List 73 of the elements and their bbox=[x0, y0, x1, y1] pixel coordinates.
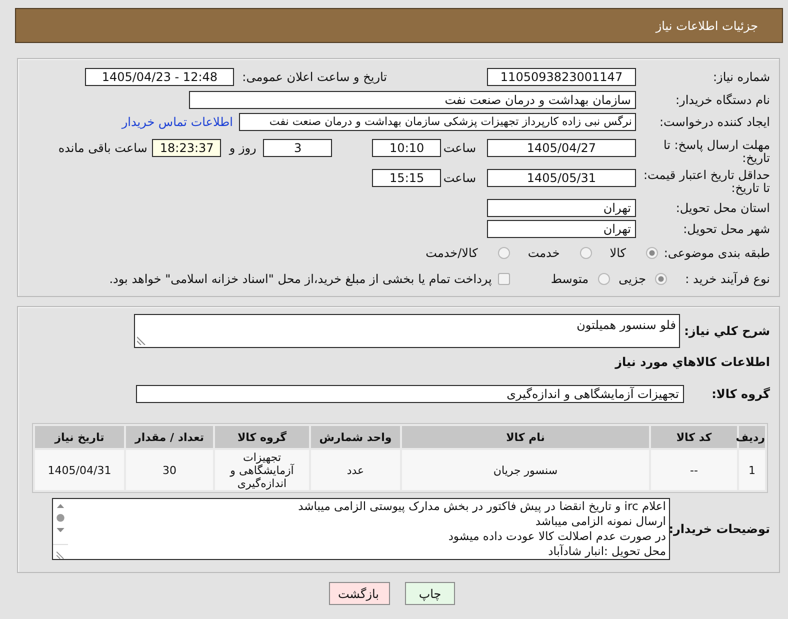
remaining-time-field[interactable]: 18:23:37 bbox=[152, 139, 222, 157]
field-label: شماره نیاز: bbox=[712, 69, 770, 86]
column-header: تاریخ نیاز bbox=[35, 426, 124, 448]
column-header: نام کالا bbox=[402, 426, 649, 448]
scroll-down-icon[interactable] bbox=[56, 528, 65, 532]
requester-field[interactable]: نرگس نبی زاده کارپرداز تجهیزات پزشکی سازمان بهداشت و درمان صنعت نفت bbox=[239, 113, 636, 131]
column-header: واحد شمارش bbox=[311, 426, 400, 448]
field-label: تاریخ و ساعت اعلان عمومی: bbox=[242, 69, 387, 86]
field-label: نوع فرآیند خرید : bbox=[684, 271, 770, 288]
days-field[interactable]: 3 bbox=[263, 139, 332, 157]
time-label: ساعت bbox=[443, 170, 476, 187]
province-field[interactable]: تهران bbox=[487, 199, 636, 217]
deadline-date-field[interactable]: 1405/04/27 bbox=[487, 139, 636, 157]
table-cell: عدد bbox=[311, 450, 400, 490]
field-label: شرح كلي نياز: bbox=[686, 322, 770, 340]
note-line: اعلام irc و تاریخ انقضا در پیش فاکتور در بخش مدارک پیوستی الزامی میباشد bbox=[297, 499, 666, 514]
validity-date-field[interactable]: 1405/05/31 bbox=[487, 169, 636, 187]
radio-label: خدمت bbox=[528, 245, 560, 262]
field-label: توضیحات خریدار: bbox=[670, 521, 770, 538]
scroll-up-icon[interactable] bbox=[56, 504, 65, 508]
back-button[interactable]: بازگشت bbox=[329, 582, 390, 605]
field-label: مهلت ارسال پاسخ: تا تاریخ: bbox=[662, 137, 770, 165]
resize-grip-icon[interactable] bbox=[56, 551, 65, 559]
radio-label: متوسط bbox=[550, 271, 589, 288]
table-cell: 30 bbox=[126, 450, 213, 490]
resize-grip-icon[interactable] bbox=[137, 336, 146, 344]
field-label: نام دستگاه خریدار: bbox=[674, 92, 770, 109]
table-cell: 1 bbox=[739, 450, 765, 490]
note-line: ارسال نمونه الزامی میباشد bbox=[534, 514, 666, 529]
radio-button[interactable] bbox=[498, 247, 510, 259]
table-cell: سنسور جریان bbox=[402, 450, 649, 490]
buyer-org-field[interactable]: سازمان بهداشت و درمان صنعت نفت bbox=[189, 91, 636, 109]
print-button[interactable]: چاپ bbox=[405, 582, 455, 605]
column-header: ردیف bbox=[739, 426, 765, 448]
radio-button[interactable] bbox=[598, 273, 610, 285]
field-label: طبقه بندی موضوعی: bbox=[664, 245, 770, 262]
buyer-notes-field[interactable]: اعلام irc و تاریخ انقضا در پیش فاکتور در بخش مدارک پیوستی الزامی میباشد ارسال نمونه الزامی میباشد در صورت عدم اصلالت کالا عودت داده میشود محل تحویل :انبار شادآباد bbox=[52, 498, 670, 560]
description-text: فلو سنسور همیلتون bbox=[576, 316, 676, 332]
radio-label: کالا bbox=[610, 245, 626, 262]
table-cell: 1405/04/31 bbox=[35, 450, 124, 490]
need-number-field[interactable]: 1105093823001147 bbox=[487, 68, 636, 86]
table-cell: -- bbox=[651, 450, 737, 490]
note-line: در صورت عدم اصلالت کالا عودت داده میشود bbox=[447, 529, 666, 544]
validity-time-field[interactable]: 15:15 bbox=[372, 169, 442, 187]
page-title: جزئیات اطلاعات نیاز bbox=[656, 18, 758, 32]
radio-label: جزیی bbox=[618, 271, 646, 288]
scrollbar-thumb[interactable] bbox=[56, 514, 65, 522]
field-label: گروه کالا: bbox=[710, 386, 770, 403]
radio-label: کالا/خدمت bbox=[426, 245, 478, 262]
field-label: شهر محل تحویل: bbox=[682, 221, 770, 238]
announce-date-field[interactable]: 1405/04/23 - 12:48 bbox=[85, 68, 234, 86]
field-label: استان محل تحویل: bbox=[674, 200, 770, 217]
radio-button[interactable] bbox=[580, 247, 592, 259]
goods-group-field[interactable]: تجهیزات آزمایشگاهی و اندازه‌گیری bbox=[136, 385, 684, 403]
city-field[interactable]: تهران bbox=[487, 220, 636, 238]
radio-button[interactable] bbox=[655, 273, 667, 285]
description-field[interactable]: فلو سنسور همیلتون bbox=[134, 314, 680, 348]
checkbox[interactable] bbox=[498, 273, 510, 285]
section-heading: اطلاعات كالاهاي مورد نياز bbox=[615, 355, 770, 369]
remaining-label: ساعت باقی مانده bbox=[58, 140, 148, 157]
field-label: حداقل تاریخ اعتبار قیمت: تا تاریخ: bbox=[642, 167, 770, 195]
radio-button[interactable] bbox=[646, 247, 658, 259]
contact-link[interactable]: اطلاعات تماس خریدار bbox=[122, 113, 233, 131]
days-label: روز و bbox=[229, 140, 256, 157]
column-header: تعداد / مقدار bbox=[126, 426, 213, 448]
deadline-time-field[interactable]: 10:10 bbox=[372, 139, 442, 157]
column-header: گروه کالا bbox=[215, 426, 309, 448]
note-line: محل تحویل :انبار شادآباد bbox=[547, 544, 666, 559]
column-header: کد کالا bbox=[651, 426, 737, 448]
table-cell: تجهیزات آزمایشگاهی و اندازه‌گیری bbox=[215, 450, 309, 490]
checkbox-label: پرداخت تمام یا بخشی از مبلغ خرید،از محل "اسناد خزانه اسلامی" خواهد بود. bbox=[109, 271, 492, 288]
time-label: ساعت bbox=[443, 140, 476, 157]
field-label: ایجاد کننده درخواست: bbox=[658, 114, 770, 131]
